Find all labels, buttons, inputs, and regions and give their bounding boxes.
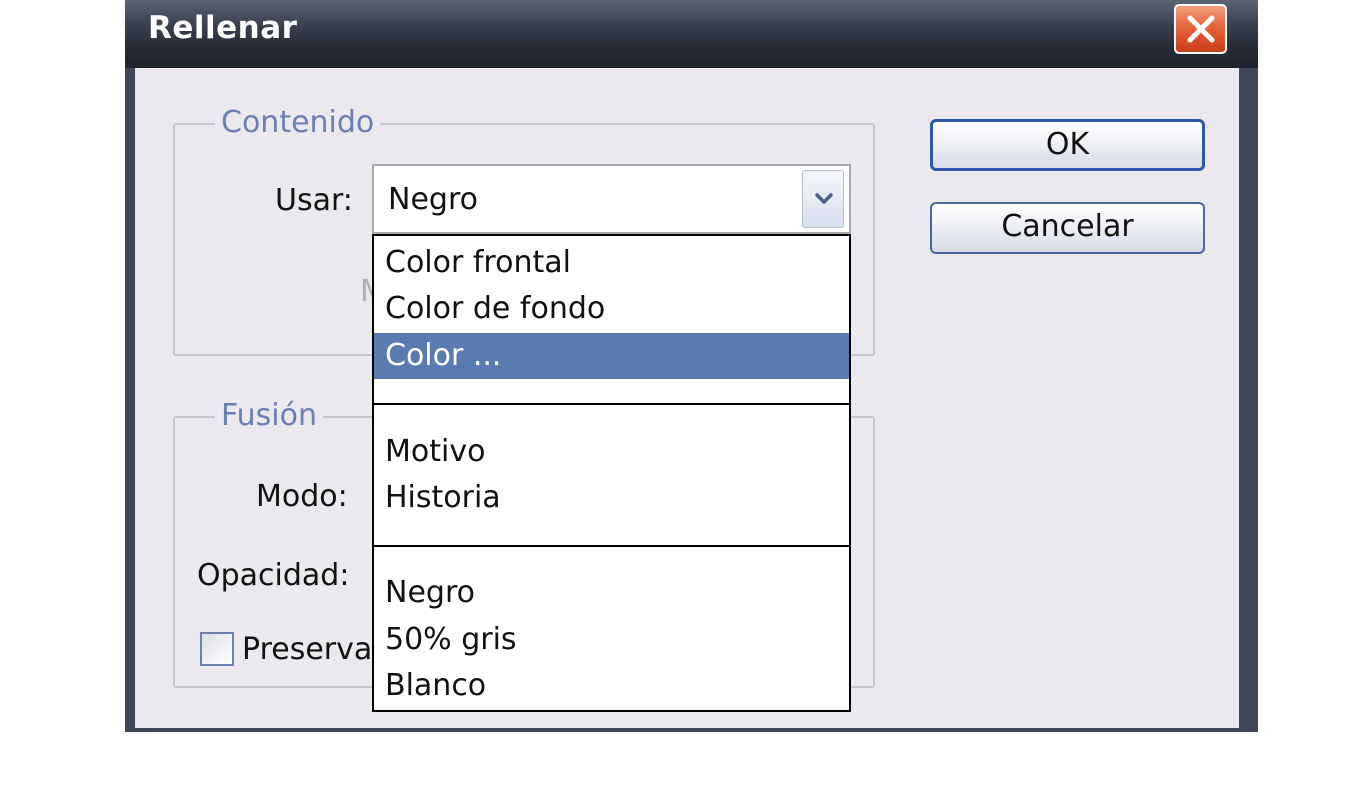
option-color-de-fondo[interactable]: Color de fondo	[374, 286, 849, 332]
preserve-checkbox[interactable]	[200, 632, 234, 666]
close-icon	[1187, 15, 1215, 43]
dialog-title: Rellenar	[148, 10, 298, 46]
opacidad-label: Opacidad:	[197, 558, 350, 593]
close-button[interactable]	[1174, 4, 1227, 54]
dialog-body: Contenido Usar: M Fusión Modo: Opacidad:…	[135, 68, 1239, 728]
cancel-button[interactable]: Cancelar	[930, 202, 1205, 254]
option-color-frontal[interactable]: Color frontal	[374, 240, 849, 286]
option-50-gris[interactable]: 50% gris	[374, 617, 849, 663]
option-color[interactable]: Color ...	[374, 333, 849, 379]
option-negro[interactable]: Negro	[374, 570, 849, 616]
option-blanco[interactable]: Blanco	[374, 663, 849, 709]
dropdown-separator	[374, 403, 849, 405]
preserve-label: Preserva	[242, 632, 373, 667]
contenido-legend: Contenido	[215, 106, 381, 140]
usar-dropdown-list: Color frontal Color de fondo Color ... M…	[372, 234, 851, 712]
usar-combobox[interactable]: Negro	[372, 164, 851, 234]
usar-dropdown-button[interactable]	[802, 170, 844, 228]
chevron-down-icon	[815, 193, 833, 204]
option-motivo[interactable]: Motivo	[374, 429, 849, 475]
dropdown-separator	[374, 545, 849, 547]
option-historia[interactable]: Historia	[374, 475, 849, 521]
ok-button[interactable]: OK	[930, 119, 1205, 171]
title-bar[interactable]: Rellenar	[125, 0, 1258, 68]
fusion-legend: Fusión	[215, 399, 323, 433]
modo-label: Modo:	[256, 479, 348, 514]
usar-label: Usar:	[275, 183, 353, 218]
fill-dialog: Rellenar Contenido Usar: M Fusión Modo: …	[125, 0, 1258, 732]
usar-selected-value: Negro	[388, 182, 478, 217]
